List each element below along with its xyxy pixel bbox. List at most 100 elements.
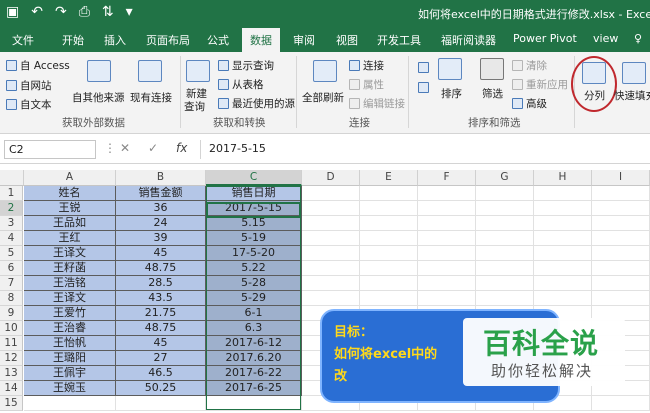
sort-asc-icon[interactable]: [418, 62, 429, 73]
row-header[interactable]: 11: [0, 336, 23, 351]
grid-cell[interactable]: [418, 201, 476, 216]
save-icon[interactable]: ▣: [6, 4, 19, 20]
grid-cell[interactable]: [476, 261, 534, 276]
name-cell[interactable]: 王婉玉: [24, 381, 116, 396]
grid-cell[interactable]: [418, 291, 476, 306]
new-query-label-2[interactable]: 查询: [184, 99, 205, 114]
grid-cell[interactable]: [592, 216, 650, 231]
grid-cell[interactable]: [418, 231, 476, 246]
select-all-corner[interactable]: [0, 170, 24, 186]
grid-cell[interactable]: [592, 261, 650, 276]
tab-review[interactable]: 审阅: [293, 32, 315, 48]
grid-cell[interactable]: [592, 201, 650, 216]
enter-icon[interactable]: ✓: [148, 141, 158, 155]
insert-function-icon[interactable]: fx: [176, 141, 187, 155]
amount-cell[interactable]: 48.75: [116, 261, 206, 276]
grid-cell[interactable]: [592, 291, 650, 306]
grid-cell[interactable]: [116, 396, 206, 411]
grid-cell[interactable]: [302, 291, 360, 306]
filter-icon[interactable]: [480, 58, 504, 80]
row-header[interactable]: 14: [0, 381, 23, 396]
grid-cell[interactable]: [302, 261, 360, 276]
tab-view[interactable]: 视图: [336, 32, 358, 48]
name-cell[interactable]: 王译文: [24, 246, 116, 261]
name-cell[interactable]: 王爱竹: [24, 306, 116, 321]
row-header[interactable]: 1: [0, 186, 23, 201]
from-text-button[interactable]: 自文本: [6, 97, 52, 112]
name-cell[interactable]: 王红: [24, 231, 116, 246]
grid-cell[interactable]: [592, 231, 650, 246]
row-header[interactable]: 2: [0, 201, 23, 216]
table-header-cell[interactable]: 销售金额: [116, 186, 206, 201]
grid-cell[interactable]: [534, 216, 592, 231]
tab-insert[interactable]: 插入: [104, 32, 126, 48]
row-header[interactable]: 9: [0, 306, 23, 321]
row-header[interactable]: 12: [0, 351, 23, 366]
grid-cell[interactable]: [360, 231, 418, 246]
grid-cell[interactable]: [592, 276, 650, 291]
amount-cell[interactable]: 28.5: [116, 276, 206, 291]
connections-button[interactable]: 连接: [349, 58, 384, 73]
grid-cell[interactable]: [302, 201, 360, 216]
tab-home[interactable]: 开始: [62, 32, 84, 48]
tab-foxit-reader[interactable]: 福昕阅读器: [441, 32, 496, 48]
formula-input[interactable]: 2017-5-15: [200, 140, 646, 159]
tab-page-layout[interactable]: 页面布局: [146, 32, 190, 48]
grid-cell[interactable]: [418, 246, 476, 261]
name-cell[interactable]: 王锐: [24, 201, 116, 216]
grid-cell[interactable]: [302, 276, 360, 291]
refresh-all-label[interactable]: 全部刷新: [302, 90, 344, 105]
table-header-cell[interactable]: 姓名: [24, 186, 116, 201]
new-query-icon[interactable]: [186, 60, 210, 82]
column-header[interactable]: C: [206, 170, 302, 186]
name-cell[interactable]: 王品如: [24, 216, 116, 231]
properties-button[interactable]: 属性: [349, 77, 384, 92]
grid-cell[interactable]: [534, 246, 592, 261]
column-header[interactable]: G: [476, 170, 534, 186]
name-cell[interactable]: 王浩铭: [24, 276, 116, 291]
existing-connections-icon[interactable]: [138, 60, 162, 82]
amount-cell[interactable]: 45: [116, 336, 206, 351]
column-header[interactable]: F: [418, 170, 476, 186]
grid-cell[interactable]: [360, 291, 418, 306]
grid-cell[interactable]: [476, 231, 534, 246]
amount-cell[interactable]: 27: [116, 351, 206, 366]
column-header[interactable]: D: [302, 170, 360, 186]
clear-filter-button[interactable]: 清除: [512, 58, 547, 73]
grid-cell[interactable]: [24, 396, 116, 411]
amount-cell[interactable]: 50.25: [116, 381, 206, 396]
sort-button[interactable]: 排序: [441, 86, 462, 101]
grid-cell[interactable]: [360, 261, 418, 276]
grid-cell[interactable]: [302, 231, 360, 246]
row-header[interactable]: 4: [0, 231, 23, 246]
grid-cell[interactable]: [592, 246, 650, 261]
tab-file[interactable]: 文件: [12, 32, 34, 48]
grid-cell[interactable]: [476, 216, 534, 231]
advanced-filter-button[interactable]: 高级: [512, 96, 547, 111]
from-web-button[interactable]: 自网站: [6, 78, 52, 93]
tab-developer[interactable]: 开发工具: [377, 32, 421, 48]
cancel-icon[interactable]: ✕: [120, 141, 130, 155]
from-access-button[interactable]: 自 Access: [6, 58, 70, 73]
grid-cell[interactable]: [534, 261, 592, 276]
tab-formulas[interactable]: 公式: [207, 32, 229, 48]
name-box[interactable]: C2: [4, 140, 96, 159]
grid-cell[interactable]: [360, 246, 418, 261]
row-header[interactable]: 10: [0, 321, 23, 336]
grid-cell[interactable]: [476, 276, 534, 291]
grid-cell[interactable]: [534, 186, 592, 201]
amount-cell[interactable]: 43.5: [116, 291, 206, 306]
amount-cell[interactable]: 48.75: [116, 321, 206, 336]
grid-cell[interactable]: [534, 291, 592, 306]
sort-icon[interactable]: [438, 58, 462, 80]
row-header[interactable]: 13: [0, 366, 23, 381]
recent-sources-button[interactable]: 最近使用的源: [218, 96, 295, 111]
grid-cell[interactable]: [418, 186, 476, 201]
grid-cell[interactable]: [534, 201, 592, 216]
grid-cell[interactable]: [476, 186, 534, 201]
tab-view-extra[interactable]: view: [593, 32, 618, 45]
row-header[interactable]: 5: [0, 246, 23, 261]
grid-cell[interactable]: [534, 276, 592, 291]
grid-cell[interactable]: [534, 231, 592, 246]
name-cell[interactable]: 王籽菡: [24, 261, 116, 276]
